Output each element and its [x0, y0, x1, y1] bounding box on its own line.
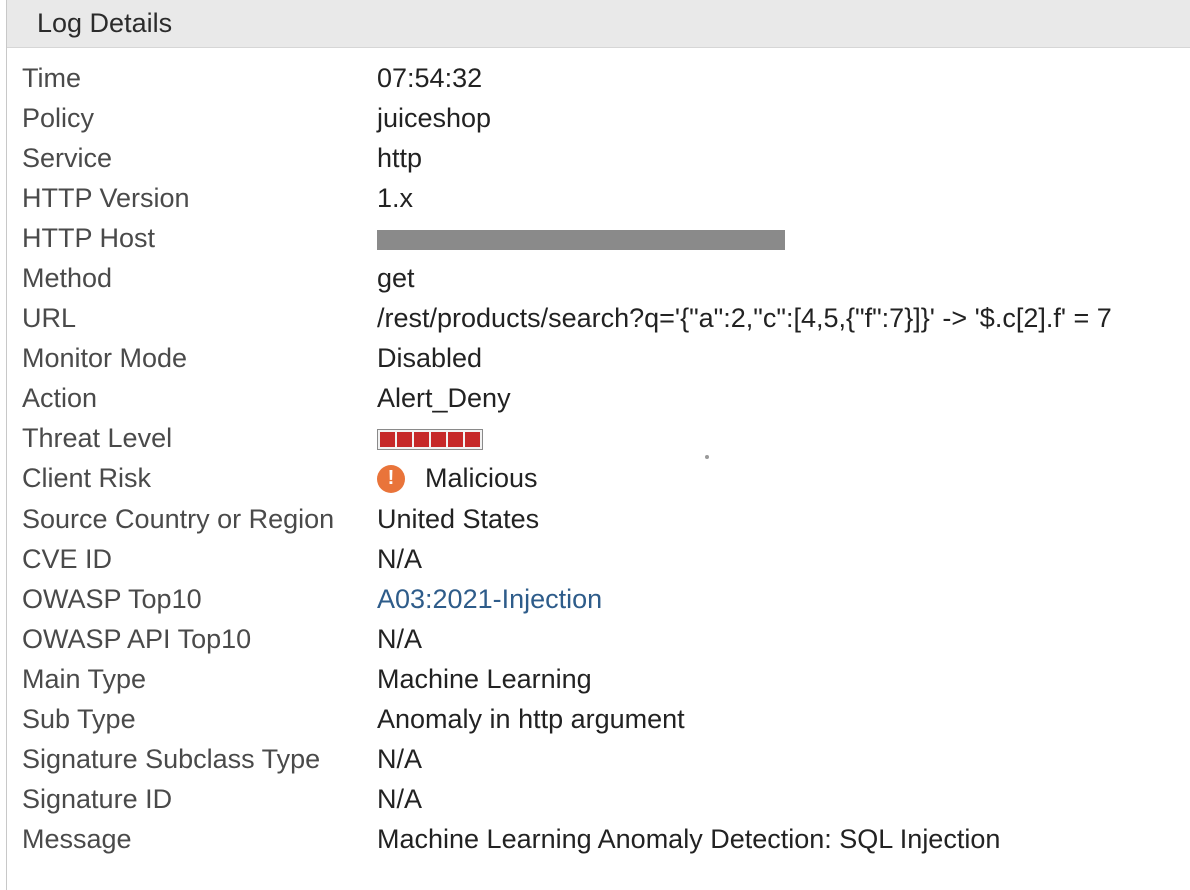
warning-circle-icon: !	[377, 464, 405, 493]
label-time: Time	[22, 62, 81, 93]
row-source-country: Source Country or Region United States	[22, 499, 1190, 539]
threat-segment	[465, 432, 480, 448]
value-service: http	[377, 142, 423, 173]
row-time: Time 07:54:32	[22, 58, 1190, 98]
label-threat-level: Threat Level	[22, 423, 173, 454]
value-monitor-mode: Disabled	[377, 343, 483, 374]
value-sub-type: Anomaly in http argument	[377, 704, 685, 735]
value-time: 07:54:32	[377, 62, 483, 93]
label-cve-id: CVE ID	[22, 543, 113, 574]
stray-dot	[705, 455, 709, 459]
label-main-type: Main Type	[22, 663, 147, 694]
row-monitor-mode: Monitor Mode Disabled	[22, 339, 1190, 379]
label-monitor-mode: Monitor Mode	[22, 343, 188, 374]
row-owasp-top10: OWASP Top10 A03:2021-Injection	[22, 579, 1190, 619]
row-url: URL /rest/products/search?q='{"a":2,"c":…	[22, 299, 1190, 339]
label-service: Service	[22, 142, 113, 173]
log-details-panel: Log Details Time 07:54:32 Policy juicesh…	[6, 0, 1190, 890]
value-signature-id: N/A	[377, 784, 423, 815]
value-cve-id: N/A	[377, 543, 423, 574]
details-table: Time 07:54:32 Policy juiceshop Service h…	[7, 48, 1190, 860]
value-main-type: Machine Learning	[377, 663, 592, 694]
row-action: Action Alert_Deny	[22, 379, 1190, 419]
label-http-host: HTTP Host	[22, 222, 156, 253]
label-signature-subclass: Signature Subclass Type	[22, 744, 321, 775]
value-method: get	[377, 263, 415, 294]
row-http-host: HTTP Host	[22, 218, 1190, 258]
label-action: Action	[22, 383, 98, 414]
row-signature-subclass: Signature Subclass Type N/A	[22, 740, 1190, 780]
row-owasp-api-top10: OWASP API Top10 N/A	[22, 619, 1190, 659]
value-http-host-redacted	[377, 223, 785, 254]
row-client-risk: Client Risk ! Malicious	[22, 459, 1190, 499]
row-sub-type: Sub Type Anomaly in http argument	[22, 700, 1190, 740]
threat-segment	[397, 432, 412, 448]
value-signature-subclass: N/A	[377, 744, 423, 775]
threat-segment	[380, 432, 395, 448]
panel-header: Log Details	[7, 0, 1190, 48]
value-url: /rest/products/search?q='{"a":2,"c":[4,5…	[377, 303, 1112, 334]
threat-segment	[414, 432, 429, 448]
client-risk-text: Malicious	[425, 463, 538, 494]
row-cve-id: CVE ID N/A	[22, 539, 1190, 579]
row-signature-id: Signature ID N/A	[22, 780, 1190, 820]
label-owasp-api-top10: OWASP API Top10	[22, 623, 252, 654]
value-action: Alert_Deny	[377, 383, 511, 414]
label-http-version: HTTP Version	[22, 182, 190, 213]
row-main-type: Main Type Machine Learning	[22, 659, 1190, 699]
label-client-risk: Client Risk	[22, 463, 152, 494]
label-source-country: Source Country or Region	[22, 503, 335, 534]
row-message: Message Machine Learning Anomaly Detecti…	[22, 820, 1190, 860]
label-owasp-top10: OWASP Top10	[22, 583, 202, 614]
value-source-country: United States	[377, 503, 540, 534]
row-threat-level: Threat Level	[22, 419, 1190, 459]
redaction-bar	[377, 229, 785, 250]
label-message: Message	[22, 824, 132, 855]
row-http-version: HTTP Version 1.x	[22, 178, 1190, 218]
row-method: Method get	[22, 258, 1190, 298]
panel-title: Log Details	[37, 8, 173, 38]
value-owasp-api-top10: N/A	[377, 623, 423, 654]
label-sub-type: Sub Type	[22, 704, 136, 735]
label-method: Method	[22, 263, 113, 294]
value-client-risk: ! Malicious	[377, 463, 538, 494]
value-http-version: 1.x	[377, 182, 414, 213]
value-threat-level	[377, 423, 483, 454]
label-url: URL	[22, 303, 77, 334]
threat-level-meter	[377, 429, 483, 451]
row-service: Service http	[22, 138, 1190, 178]
row-policy: Policy juiceshop	[22, 98, 1190, 138]
threat-segment	[431, 432, 446, 448]
label-policy: Policy	[22, 102, 95, 133]
owasp-top10-link[interactable]: A03:2021-Injection	[377, 584, 602, 615]
value-policy: juiceshop	[377, 102, 492, 133]
label-signature-id: Signature ID	[22, 784, 173, 815]
threat-segment	[448, 432, 463, 448]
value-message: Machine Learning Anomaly Detection: SQL …	[377, 824, 1001, 855]
